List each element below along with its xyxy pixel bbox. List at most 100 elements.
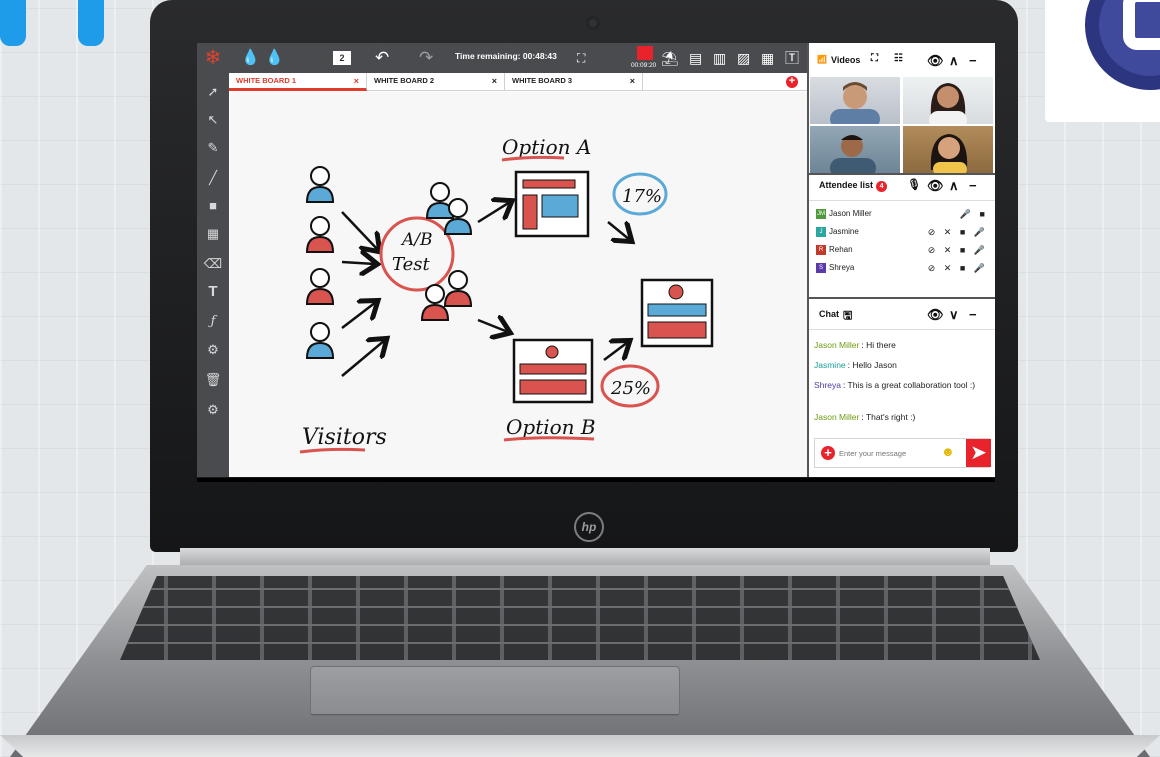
video-tile-2[interactable] [903, 77, 993, 124]
time-remaining: Time remaining: 00:48:43 [455, 51, 557, 61]
attendee-name: Jason Miller [829, 209, 872, 218]
whiteboard-canvas[interactable]: Visitors A/B Test Option A Option B 17% … [230, 92, 807, 477]
eye-icon[interactable]: 👁 [927, 178, 944, 194]
eye-icon[interactable]: 👁 [927, 53, 944, 69]
shape-icon[interactable]: ■ [197, 195, 229, 217]
attendee-name: Jasmine [829, 227, 859, 236]
record-time: 00:09:20 [631, 62, 657, 69]
videos-header: 📶 Videos ⛶ ☷ 👁 ∧ − [809, 53, 995, 75]
attendee-controls[interactable]: ⊘ ✕ ■ 🎤 [928, 224, 988, 240]
presentation-icon[interactable]: ⛱ [661, 48, 679, 68]
save-chat-icon[interactable]: 🖫 [843, 307, 852, 326]
close-tab-icon[interactable]: × [492, 73, 497, 89]
touchpad [310, 666, 680, 716]
video-tile-1[interactable] [810, 77, 900, 124]
chat-input-row: + ☻ ➤ [814, 438, 991, 468]
record-button[interactable] [637, 46, 653, 60]
attendee-row[interactable]: R Rehan ⊘ ✕ ■ 🎤 [816, 242, 992, 258]
chat-header: Chat 🖫 👁 ∨ − [809, 307, 995, 329]
tab-label: WHITE BOARD 2 [374, 76, 434, 85]
attendee-controls[interactable]: ⊘ ✕ ■ 🎤 [928, 242, 988, 258]
redo-icon[interactable]: ↷ [419, 48, 433, 68]
close-tab-icon[interactable]: × [630, 73, 635, 89]
option-a-label: Option A [502, 135, 591, 159]
minimize-icon[interactable]: − [969, 307, 977, 322]
option-a-percent: 17% [622, 186, 662, 207]
fill-color-icon[interactable]: 💧 [241, 48, 260, 68]
video-icon[interactable]: ▦ [761, 48, 774, 68]
chevron-up-icon[interactable]: ∧ [949, 53, 959, 69]
hp-logo: hp [574, 512, 604, 542]
tab-white-board-3[interactable]: WHITE BOARD 3 × [505, 73, 643, 91]
video-tile-3[interactable] [810, 126, 900, 173]
screen-share-icon[interactable]: ▤ [689, 48, 702, 68]
option-b-percent: 25% [610, 378, 651, 399]
left-toolbar: ❄ ➚ ↖ ✎ ╱ ■ ▦ ⌫ T ƒ ⚙ 🗑 ⚙ [197, 43, 229, 477]
tab-white-board-2[interactable]: WHITE BOARD 2 × [367, 73, 505, 91]
attendee-header: Attendee list 4 🎙 👁 ∧ − [809, 178, 995, 200]
expand-icon[interactable]: ⛶ [871, 53, 878, 64]
tab-label: WHITE BOARD 3 [512, 76, 572, 85]
eye-icon[interactable]: 👁 [927, 307, 944, 323]
poll-chart-icon[interactable]: ▥ [713, 48, 726, 68]
text-tool-icon[interactable]: T [197, 281, 229, 303]
send-button[interactable]: ➤ [966, 439, 991, 467]
gear-icon[interactable]: ⚙ [197, 399, 229, 421]
page-number-field[interactable]: 2 [333, 51, 351, 65]
attach-plus-button[interactable]: + [821, 446, 835, 460]
visitor-blue-2 [306, 322, 334, 359]
undo-icon[interactable]: ↶ [375, 48, 389, 68]
top-toolbar: 💧 💧 2 ↶ ↷ Time remaining: 00:48:43 ⛶ 00:… [229, 43, 807, 73]
eraser-icon[interactable]: ⌫ [197, 253, 229, 275]
chevron-up-icon[interactable]: ∧ [949, 178, 959, 194]
visitor-red-1 [306, 216, 334, 253]
table-icon[interactable]: ▦ [197, 223, 229, 245]
ab-label: A/B [400, 230, 433, 250]
option-b-label: Option B [506, 415, 596, 439]
formula-icon[interactable]: ƒ [197, 311, 229, 333]
whiteboard-drawing: Visitors A/B Test Option A Option B 17% … [299, 135, 714, 454]
videos-title: Videos [831, 55, 861, 65]
pen-icon[interactable]: ✎ [197, 137, 229, 159]
chat-message: Jason Miller: Hi there [814, 340, 896, 350]
attendee-controls[interactable]: 🎤 ■ [960, 206, 988, 222]
chat-messages: Jason Miller: Hi there Jasmine: Hello Ja… [809, 333, 995, 437]
avatar: J [816, 226, 826, 237]
select-arrow-icon[interactable]: ➚ [197, 81, 229, 103]
stroke-color-icon[interactable]: 💧 [265, 48, 284, 68]
chat-input[interactable] [839, 446, 939, 460]
minimize-icon[interactable]: − [969, 178, 977, 193]
chat-message: Jasmine: Hello Jason [814, 360, 897, 370]
video-tile-4[interactable] [903, 126, 993, 173]
brand-logo-left [0, 0, 110, 48]
tab-white-board-1[interactable]: WHITE BOARD 1 × [229, 73, 367, 91]
right-panel: 📶 Videos ⛶ ☷ 👁 ∧ − Attendee list 4 🎙 👁 ∧… [807, 43, 995, 477]
attendee-row[interactable]: JM Jason Miller 🎤 ■ [816, 206, 992, 222]
attendee-row[interactable]: J Jasmine ⊘ ✕ ■ 🎤 [816, 224, 992, 240]
mute-all-icon[interactable]: 🎙 [907, 178, 921, 191]
add-tab-button[interactable]: + [786, 76, 798, 88]
app-logo-icon[interactable]: ❄ [197, 45, 229, 71]
trash-icon[interactable]: 🗑 [197, 369, 229, 391]
visitor-red-2 [306, 268, 334, 305]
app-screen: ❄ ➚ ↖ ✎ ╱ ■ ▦ ⌫ T ƒ ⚙ 🗑 ⚙ 💧 💧 2 ↶ ↷ Time… [197, 43, 995, 477]
attendee-name: Rehan [829, 245, 853, 254]
line-icon[interactable]: ╱ [197, 167, 229, 189]
minimize-icon[interactable]: − [969, 53, 977, 68]
settings-tool-icon[interactable]: ⚙ [197, 339, 229, 361]
image-upload-icon[interactable]: ▨ [737, 48, 750, 68]
pointer-icon[interactable]: ↖ [197, 109, 229, 131]
close-tab-icon[interactable]: × [354, 73, 359, 89]
fullscreen-icon[interactable]: ⛶ [577, 48, 585, 68]
chevron-down-icon[interactable]: ∨ [949, 307, 959, 323]
chat-message: Jason Miller: That's right :) [814, 412, 916, 422]
avatar: S [816, 262, 826, 273]
attendee-row[interactable]: S Shreya ⊘ ✕ ■ 🎤 [816, 260, 992, 276]
layout-icon[interactable]: ☷ [894, 53, 903, 64]
laptop-front-edge [0, 735, 1160, 757]
test-label: Test [392, 254, 430, 275]
brand-logo-right [1045, 0, 1160, 122]
attendee-controls[interactable]: ⊘ ✕ ■ 🎤 [928, 260, 988, 276]
text-document-icon[interactable]: 🅃 [785, 48, 799, 68]
emoji-icon[interactable]: ☻ [941, 444, 955, 459]
